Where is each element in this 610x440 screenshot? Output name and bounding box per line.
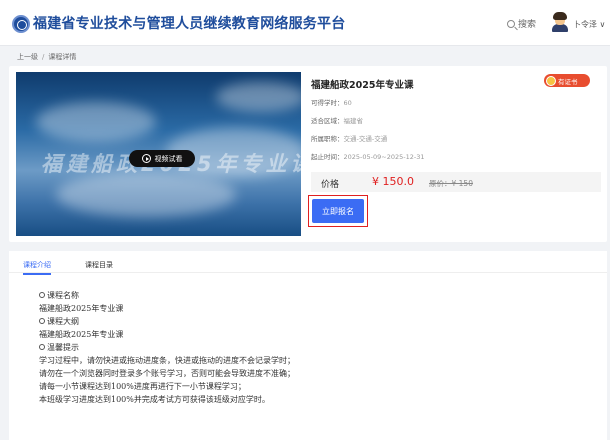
breadcrumb-back-link[interactable]: 上一级 (17, 53, 38, 61)
region-label: 适合区域： (311, 117, 344, 125)
user-menu[interactable]: 卜令泽 ∨ (573, 19, 605, 30)
intro-tip: 请勿在一个浏览器同时登录多个账号学习，否则可能会导致进度不准确； (39, 369, 295, 378)
period-value: 2025-05-09~2025-12-31 (343, 153, 425, 161)
course-detail-panel: 课程介绍 课程目录 课程名称 福建船政2025年专业课 课程大纲 福建船政202… (9, 251, 607, 440)
period-row: 起止时间：2025-05-09~2025-12-31 (311, 151, 425, 161)
play-icon (141, 154, 151, 163)
bullet-icon (39, 292, 45, 298)
medal-icon (546, 75, 556, 86)
intro-outline-value: 福建船政2025年专业课 (39, 330, 124, 339)
region-value: 福建省 (343, 117, 364, 125)
credits-row: 可得学时：60 (311, 97, 352, 107)
site-title[interactable]: 福建省专业技术与管理人员继续教育网络服务平台 (33, 13, 345, 33)
credits-label: 可得学时： (311, 99, 344, 107)
region-row: 适合区域：福建省 (311, 115, 363, 125)
top-header: 福建省专业技术与管理人员继续教育网络服务平台 搜索 卜令泽 ∨ (0, 0, 610, 46)
site-logo-icon[interactable] (12, 15, 30, 33)
preview-video-label: 视频试看 (154, 154, 183, 163)
search-link[interactable]: 搜索 (507, 17, 536, 30)
tab-course-catalog[interactable]: 课程目录 (85, 260, 113, 270)
period-label: 起止时间： (311, 153, 344, 161)
bullet-icon (39, 318, 45, 324)
breadcrumb: 上一级 / 课程详情 (17, 52, 76, 62)
intro-outline-heading: 课程大纲 (39, 316, 79, 327)
price-label: 价格 (321, 180, 340, 190)
intro-tip: 本班级学习进度达到100%并完成考试方可获得该班级对应学时。 (39, 395, 270, 404)
course-title: 福建船政2025年专业课 (311, 80, 414, 91)
search-icon (507, 19, 515, 28)
credits-value: 60 (343, 99, 352, 107)
breadcrumb-current: 课程详情 (48, 53, 77, 61)
certificate-badge: 有证书 (544, 74, 590, 87)
enroll-button[interactable]: 立即报名 (312, 199, 364, 223)
job-title-label: 所属职称： (311, 135, 344, 143)
intro-tips-heading: 温馨提示 (39, 342, 79, 353)
tab-course-intro[interactable]: 课程介绍 (23, 260, 51, 275)
course-card: 福建船政2025年专业课 视频试看 福建船政2025年专业课 有证书 可得学时：… (9, 66, 607, 242)
preview-video-button[interactable]: 视频试看 (129, 150, 195, 167)
video-preview[interactable]: 福建船政2025年专业课 视频试看 (16, 72, 301, 236)
search-label: 搜索 (518, 20, 537, 30)
certificate-badge-label: 有证书 (558, 77, 578, 86)
price-value: ¥ 150.0 (372, 175, 414, 188)
job-title-row: 所属职称：交通-交通-交通 (311, 133, 387, 143)
breadcrumb-separator: / (42, 53, 45, 61)
price-bar: 价格 ¥ 150.0 原价：¥ 150 (311, 172, 601, 192)
job-title-value: 交通-交通-交通 (343, 135, 388, 143)
intro-name-heading: 课程名称 (39, 290, 79, 301)
avatar[interactable] (551, 12, 569, 32)
intro-name-value: 福建船政2025年专业课 (39, 304, 124, 313)
tab-bar: 课程介绍 课程目录 (9, 251, 607, 275)
intro-tip: 请每一小节课程达到100%进度再进行下一小节课程学习； (39, 382, 246, 391)
original-price: 原价：¥ 150 (429, 179, 473, 188)
intro-tip: 学习过程中，请勿快进或拖动进度条，快进或拖动的进度不会记录学时； (39, 356, 295, 365)
bullet-icon (39, 344, 45, 350)
